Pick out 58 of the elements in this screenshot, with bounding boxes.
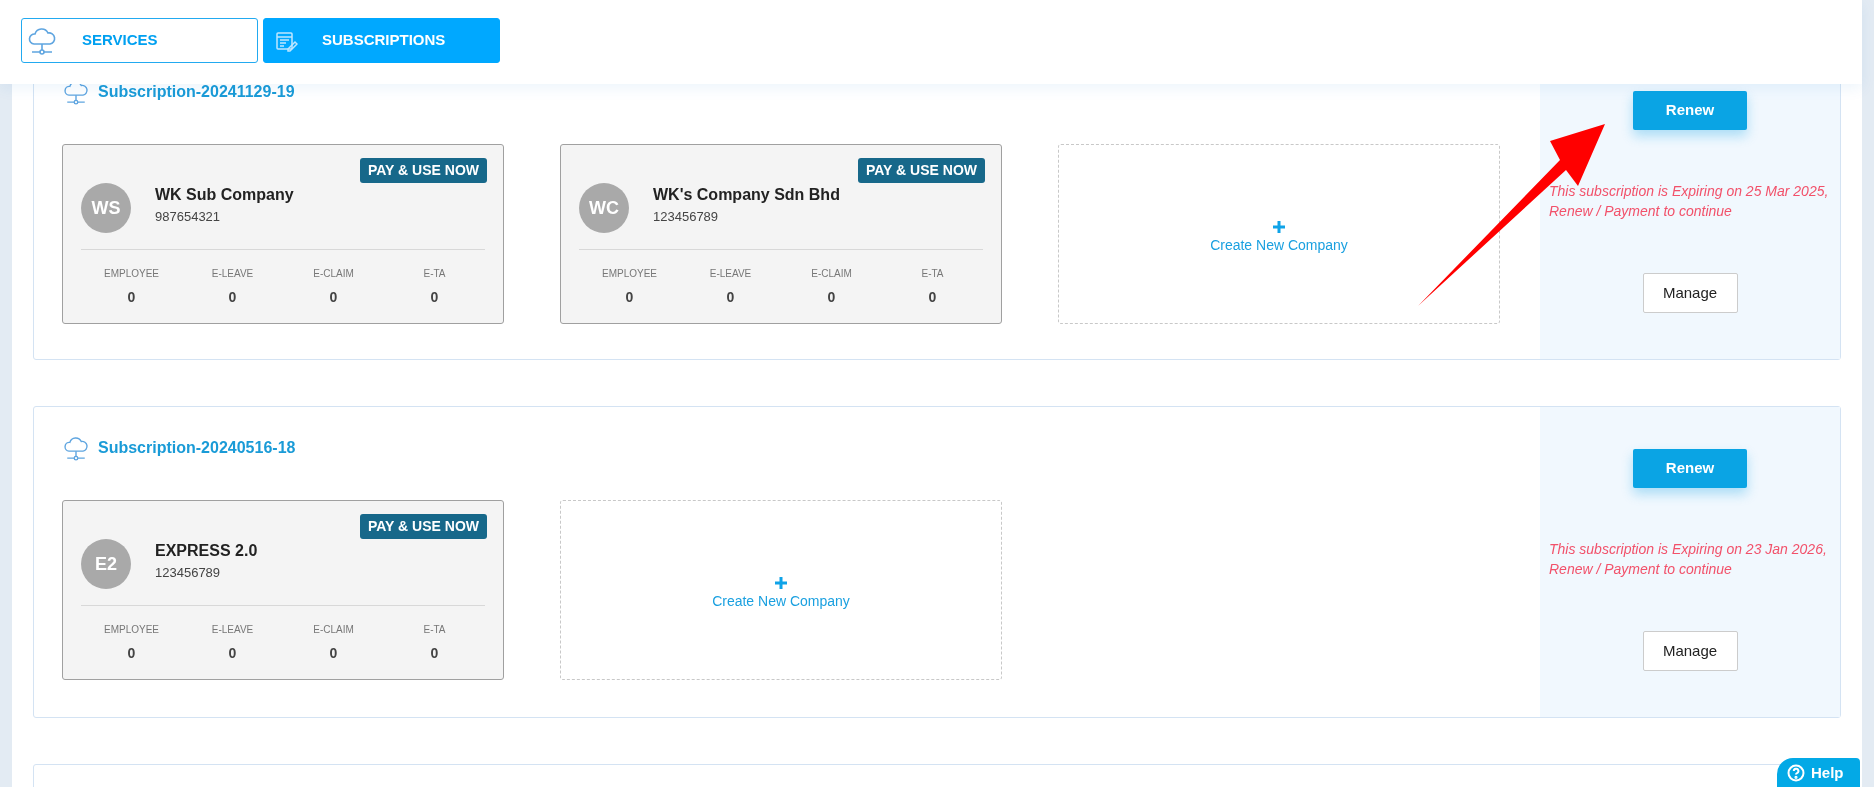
stat-value: 0 [127,288,136,307]
stat-label: E-CLAIM [313,623,354,637]
stat-value: 0 [928,288,937,307]
stat-value: 0 [625,288,634,307]
stat-label: E-CLAIM [811,267,852,281]
stat-label: E-LEAVE [709,267,752,281]
stat-label: E-TA [423,623,446,637]
company-name: WK's Company Sdn Bhd [653,185,840,206]
company-name: EXPRESS 2.0 [155,541,258,562]
stat-label: E-LEAVE [211,623,254,637]
help-icon [1787,764,1805,782]
create-company-label: Create New Company [712,591,850,611]
stat-value: 0 [827,288,836,307]
plus-icon [775,576,787,589]
stat-label: E-TA [921,267,944,281]
stat-value: 0 [228,644,237,663]
company-card[interactable]: PAY & USE NOW WS WK Sub Company 987654321 EMPLOYEE 0 E-LEAVE 0 E-CLAIM 0 E-TA 0 [62,144,504,324]
stat-label: EMPLOYEE [104,623,159,637]
company-number: 123456789 [155,564,222,583]
subscription-title[interactable]: Subscription-20241129-19 [98,80,295,104]
create-company-label: Create New Company [1210,235,1348,255]
stat-label: E-TA [423,267,446,281]
stat-value: 0 [726,288,735,307]
stat-value: 0 [127,644,136,663]
company-number: 123456789 [653,208,720,227]
manage-button[interactable]: Manage [1642,631,1738,671]
status-badge: PAY & USE NOW [360,158,487,183]
cloud-network-icon [62,434,90,462]
stat-label: EMPLOYEE [602,267,657,281]
avatar: WS [81,183,131,233]
stat-label: EMPLOYEE [104,267,159,281]
help-button[interactable]: Help [1777,758,1860,787]
company-card[interactable]: PAY & USE NOW WC WK's Company Sdn Bhd 123456789 EMPLOYEE 0 E-LEAVE 0 E-CLAIM 0 E-TA 0 [560,144,1002,324]
renew-button[interactable]: Renew [1633,91,1747,130]
stat-value: 0 [430,288,439,307]
stat-value: 0 [430,644,439,663]
stat-label: E-LEAVE [211,267,254,281]
manage-button[interactable]: Manage [1642,273,1738,313]
tab[interactable]: SUBSCRIPTIONS [263,18,500,63]
stat-value: 0 [329,644,338,663]
expiry-message: This subscription is Expiring on 23 Jan 2026, Renew / Payment to continue [1549,540,1828,579]
status-badge: PAY & USE NOW [360,514,487,539]
avatar: WC [579,183,629,233]
subscription-title[interactable]: Subscription-20240516-18 [98,436,296,460]
status-badge: PAY & USE NOW [858,158,985,183]
company-name: WK Sub Company [155,185,294,206]
plus-icon [1273,220,1285,233]
create-company-card[interactable]: Create New Company [560,500,1002,680]
tab[interactable]: SERVICES [21,18,258,63]
expiry-message: This subscription is Expiring on 25 Mar 2025, Renew / Payment to continue [1549,182,1830,221]
company-number: 987654321 [155,208,222,227]
stat-value: 0 [228,288,237,307]
renew-button[interactable]: Renew [1633,449,1747,488]
cloud-network-icon [26,25,58,56]
company-card[interactable]: PAY & USE NOW E2 EXPRESS 2.0 123456789 EMPLOYEE 0 E-LEAVE 0 E-CLAIM 0 E-TA 0 [62,500,504,680]
stat-label: E-CLAIM [313,267,354,281]
avatar: E2 [81,539,131,589]
stat-value: 0 [329,288,338,307]
